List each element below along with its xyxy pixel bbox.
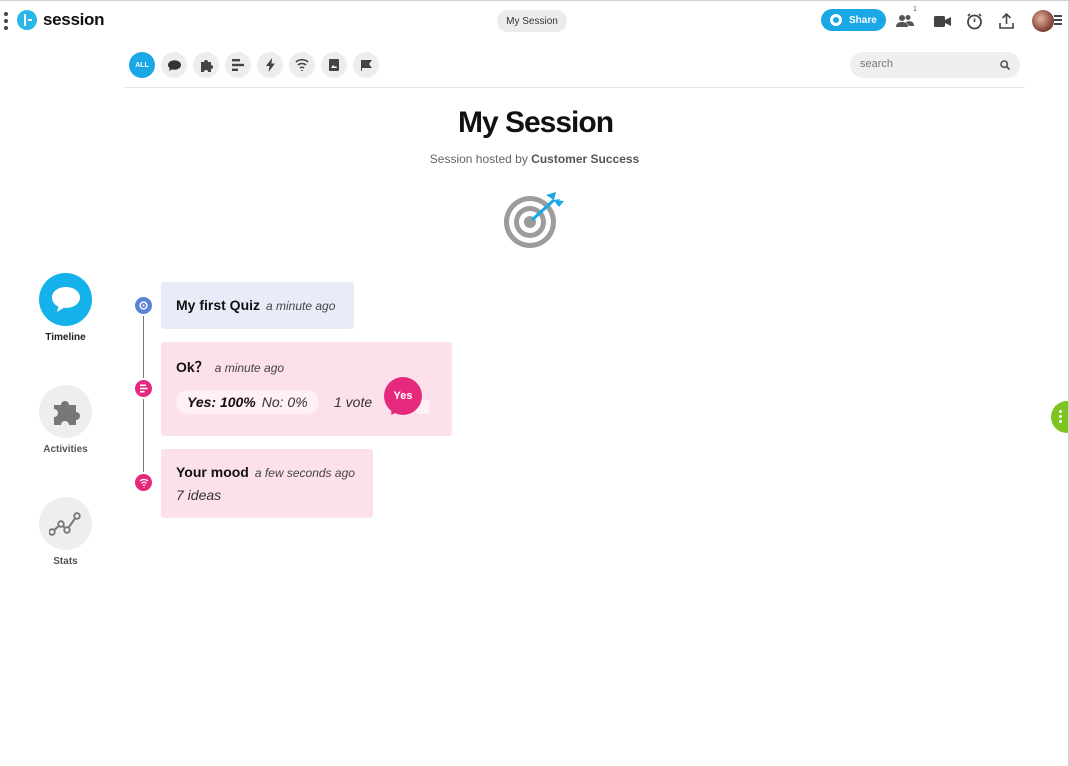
poll-answer-bubble: Yes bbox=[384, 377, 422, 415]
search-icon[interactable] bbox=[1000, 60, 1010, 70]
subtitle-prefix: Session hosted by bbox=[429, 152, 528, 166]
timeline-card-poll[interactable]: Ok？ a minute ago Yes: 100% No: 0% 1 vote … bbox=[161, 342, 452, 436]
host-name: Customer Success bbox=[531, 152, 640, 166]
filter-activities-button[interactable] bbox=[193, 52, 219, 78]
stats-nav-button[interactable] bbox=[39, 497, 92, 550]
timer-icon[interactable] bbox=[964, 11, 984, 31]
sidebar-item-label: Activities bbox=[43, 444, 88, 455]
share-label: Share bbox=[849, 14, 877, 26]
card-title: My first Quiz bbox=[176, 297, 261, 313]
filter-wordcloud-button[interactable] bbox=[289, 52, 315, 78]
activity-filter-bar: ALL bbox=[129, 52, 379, 78]
filter-quick-button[interactable] bbox=[257, 52, 283, 78]
sidebar-item-stats[interactable]: Stats bbox=[39, 497, 92, 567]
logo-icon bbox=[17, 10, 37, 30]
app-name: session bbox=[43, 10, 105, 29]
stats-icon bbox=[48, 511, 81, 536]
card-title: Ok？ bbox=[176, 359, 209, 375]
upload-icon[interactable] bbox=[996, 11, 1016, 31]
kebab-menu-icon[interactable] bbox=[3, 12, 9, 30]
app-logo[interactable]: session bbox=[17, 10, 105, 30]
activities-nav-button[interactable] bbox=[39, 385, 92, 438]
card-timestamp: a few seconds ago bbox=[254, 466, 355, 480]
user-avatar[interactable] bbox=[1032, 10, 1054, 32]
poll-no-result: No: 0% bbox=[261, 394, 308, 410]
page-title: My Session bbox=[457, 106, 614, 139]
video-icon[interactable] bbox=[932, 11, 952, 31]
timeline-nav-button[interactable] bbox=[39, 273, 92, 326]
sidebar-item-activities[interactable]: Activities bbox=[39, 385, 92, 455]
timeline-card-mood[interactable]: Your mood a few seconds ago 7 ideas bbox=[161, 449, 373, 518]
card-title: Your mood bbox=[176, 464, 249, 480]
poll-icon bbox=[232, 59, 244, 71]
page-subtitle: Session hosted by Customer Success bbox=[0, 152, 1069, 166]
sidebar-item-label: Timeline bbox=[45, 332, 86, 343]
search-box[interactable] bbox=[850, 52, 1020, 78]
image-icon bbox=[329, 59, 339, 71]
quiz-type-icon bbox=[133, 295, 154, 316]
filter-chat-button[interactable] bbox=[161, 52, 187, 78]
chat-icon bbox=[51, 287, 80, 312]
search-input[interactable] bbox=[860, 58, 990, 70]
poll-results: Yes: 100% No: 0% bbox=[176, 390, 319, 414]
sidebar-item-label: Stats bbox=[53, 556, 78, 567]
session-name-pill[interactable]: My Session bbox=[497, 10, 567, 32]
globe-icon bbox=[830, 14, 842, 26]
timeline-card-quiz[interactable]: My first Quiz a minute ago bbox=[161, 282, 354, 329]
wordcloud-type-icon bbox=[133, 472, 154, 493]
flag-icon bbox=[360, 60, 372, 71]
ideas-count: 7 ideas bbox=[176, 487, 222, 503]
share-button[interactable]: Share bbox=[821, 9, 886, 31]
card-timestamp: a minute ago bbox=[214, 361, 285, 375]
filter-flag-button[interactable] bbox=[353, 52, 379, 78]
poll-vote-count: 1 vote bbox=[334, 394, 373, 410]
filter-all-button[interactable]: ALL bbox=[129, 52, 155, 78]
poll-yes-result: Yes: 100% bbox=[187, 394, 256, 410]
lightning-icon bbox=[265, 58, 275, 72]
target-icon bbox=[504, 192, 564, 248]
user-menu-icon[interactable] bbox=[1054, 15, 1062, 25]
participants-icon[interactable] bbox=[895, 11, 915, 31]
participants-count: 1 bbox=[913, 6, 917, 13]
wordcloud-icon bbox=[295, 58, 309, 71]
poll-type-icon bbox=[133, 378, 154, 399]
filter-poll-button[interactable] bbox=[225, 52, 251, 78]
chat-icon bbox=[167, 59, 181, 71]
puzzle-icon bbox=[200, 59, 213, 72]
sidebar-item-timeline[interactable]: Timeline bbox=[39, 273, 92, 343]
card-timestamp: a minute ago bbox=[266, 299, 336, 313]
puzzle-icon bbox=[53, 400, 80, 425]
toolbar-divider bbox=[124, 87, 1025, 88]
top-bar: session My Session Share 1 bbox=[0, 0, 1069, 42]
filter-media-button[interactable] bbox=[321, 52, 347, 78]
side-panel-handle[interactable] bbox=[1051, 401, 1069, 433]
